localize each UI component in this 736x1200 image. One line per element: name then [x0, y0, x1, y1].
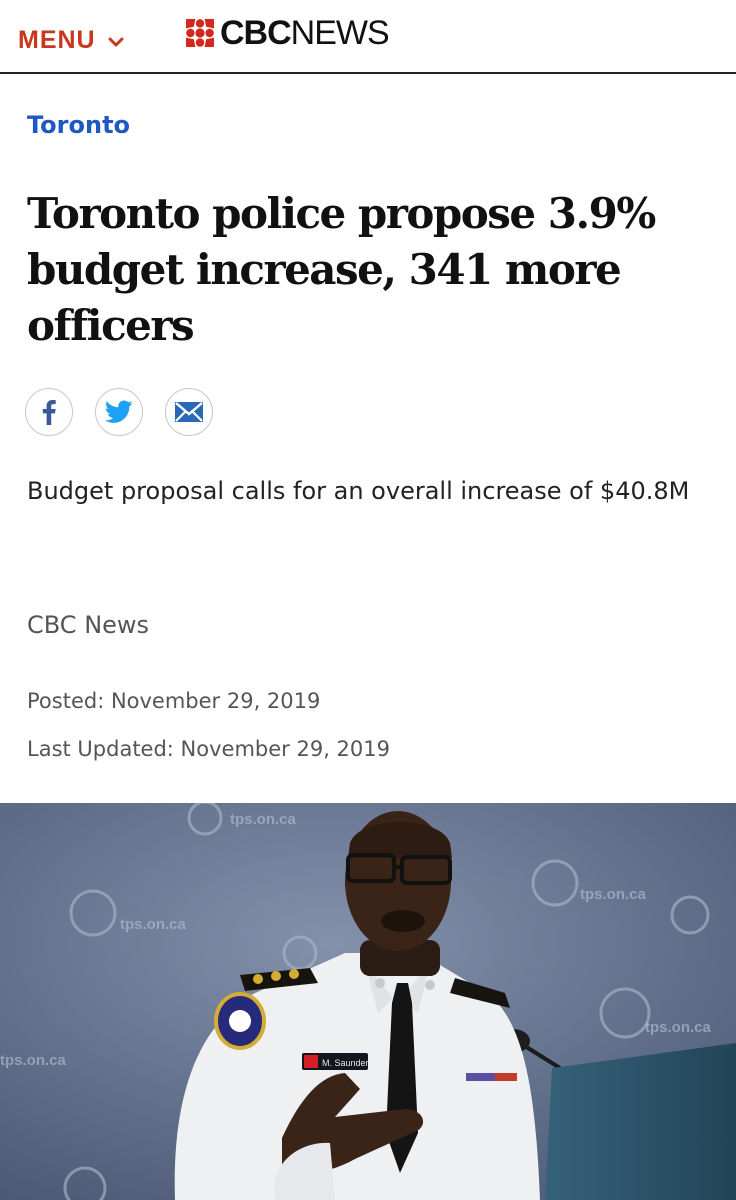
- podium: [545, 1043, 736, 1200]
- section-link-toronto[interactable]: Toronto: [27, 111, 130, 139]
- article-photo: tps.on.ca tps.on.ca tps.on.ca tps.on.ca …: [0, 803, 736, 1200]
- site-header: MENU CBCNEWS: [0, 0, 736, 74]
- logo-cbc-text: CBC: [220, 14, 292, 52]
- twitter-icon: [105, 400, 133, 423]
- chevron-down-icon: [108, 37, 124, 46]
- photo-scene: tps.on.ca tps.on.ca tps.on.ca tps.on.ca …: [0, 803, 736, 1200]
- share-email-button[interactable]: [165, 388, 213, 436]
- cbc-gem-icon: [186, 19, 214, 47]
- watermark-text: tps.on.ca: [580, 886, 647, 903]
- article-headline: Toronto police propose 3.9% budget incre…: [27, 189, 656, 350]
- article-deck: Budget proposal calls for an overall inc…: [27, 477, 690, 505]
- logo-wordmark: CBCNEWS: [220, 14, 390, 52]
- share-bar: [25, 388, 235, 436]
- share-facebook-button[interactable]: [25, 388, 73, 436]
- menu-button[interactable]: MENU: [18, 26, 124, 55]
- share-twitter-button[interactable]: [95, 388, 143, 436]
- menu-label: MENU: [18, 26, 96, 54]
- article-byline: CBC News: [27, 611, 150, 639]
- watermark-text: tps.on.ca: [120, 916, 187, 933]
- last-updated-date: Last Updated: November 29, 2019: [27, 737, 390, 761]
- watermark-text: tps.on.ca: [230, 811, 297, 828]
- logo-news-text: NEWS: [290, 14, 390, 52]
- watermark-text: tps.on.ca: [645, 1019, 712, 1036]
- officer-nameplate: M. Saunders: [322, 1058, 374, 1068]
- cbc-news-logo[interactable]: CBCNEWS: [186, 14, 390, 52]
- email-icon: [175, 402, 203, 422]
- facebook-icon: [42, 400, 56, 425]
- posted-date: Posted: November 29, 2019: [27, 689, 321, 713]
- watermark-text: tps.on.ca: [0, 1052, 67, 1069]
